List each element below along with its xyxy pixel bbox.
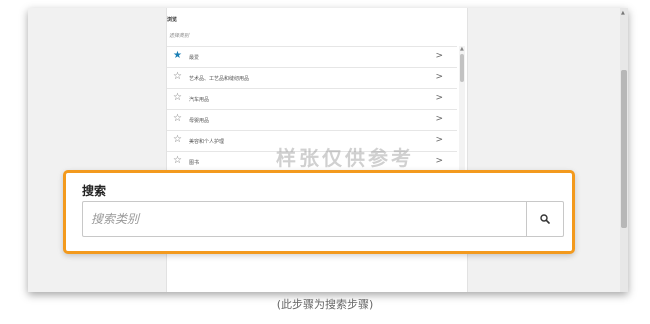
star-outline-icon[interactable]: ☆	[173, 71, 182, 83]
scroll-up-arrow-icon[interactable]: ▲	[621, 10, 625, 16]
star-outline-icon[interactable]: ☆	[173, 155, 182, 167]
search-input[interactable]	[83, 202, 527, 236]
star-outline-icon[interactable]: ☆	[173, 134, 182, 146]
chevron-right-icon: >	[435, 72, 443, 82]
category-label: 艺术品、工艺品和缝纫用品	[189, 76, 250, 82]
category-label: 汽车用品	[189, 97, 210, 103]
search-button[interactable]	[526, 202, 563, 236]
page-scrollbar[interactable]: ▲	[620, 8, 628, 292]
chevron-right-icon: >	[435, 51, 443, 61]
chevron-right-icon: >	[435, 156, 443, 166]
browse-title: 浏览	[167, 17, 178, 23]
search-section-highlight: 搜索	[63, 170, 575, 254]
category-item-automotive[interactable]: ☆ 汽车用品 >	[167, 89, 457, 110]
chevron-right-icon: >	[435, 114, 443, 124]
scroll-up-arrow-icon[interactable]: ▲	[460, 46, 464, 52]
chevron-right-icon: >	[435, 93, 443, 103]
category-item-favorites[interactable]: ★ 最爱 >	[167, 47, 457, 68]
category-label: 美容和个人护理	[189, 139, 225, 145]
search-field	[82, 201, 564, 237]
chevron-right-icon: >	[435, 135, 443, 145]
star-filled-icon[interactable]: ★	[173, 50, 182, 62]
search-heading: 搜索	[82, 184, 107, 198]
scrollbar-thumb[interactable]	[460, 54, 464, 82]
category-item-arts-crafts[interactable]: ☆ 艺术品、工艺品和缝纫用品 >	[167, 68, 457, 89]
category-label: 最爱	[189, 55, 200, 61]
step-caption: (此步骤为搜索步骤)	[276, 298, 374, 311]
search-icon	[540, 214, 550, 224]
category-label: 图书	[189, 160, 200, 166]
sample-watermark: 样张仅供参考	[276, 146, 414, 170]
scrollbar-thumb[interactable]	[621, 70, 627, 228]
category-list-scrollbar[interactable]: ▲	[459, 46, 465, 176]
select-category-hint: 选择类别	[169, 33, 190, 39]
category-label: 母婴用品	[189, 118, 210, 124]
star-outline-icon[interactable]: ☆	[173, 92, 182, 104]
category-item-baby[interactable]: ☆ 母婴用品 >	[167, 110, 457, 131]
star-outline-icon[interactable]: ☆	[173, 113, 182, 125]
